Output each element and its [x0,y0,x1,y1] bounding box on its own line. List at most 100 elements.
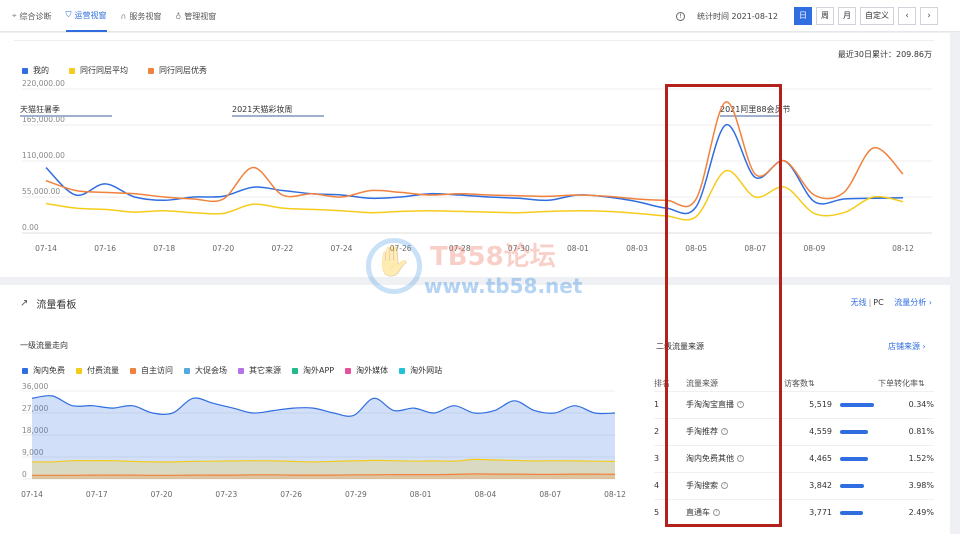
event-annotation: 2021天猫彩妆周 [232,104,292,114]
store-source-link[interactable]: 店铺来源 › [888,341,926,352]
nav-item-service[interactable]: ∩ 服务视窗 [121,0,162,32]
y-tick-label: 0.00 [22,223,39,232]
help-icon[interactable]: ? [737,455,744,462]
col-visitors[interactable]: 访客数⇅ [784,377,832,391]
row-visitors: 5,519 [784,390,832,418]
visitor-share-bar [840,457,868,461]
nav-item-label: 服务视窗 [129,11,162,21]
x-tick-label: 07-23 [215,490,237,499]
x-tick-label: 08-03 [626,244,648,253]
row-source: 手淘推荐? [686,417,784,445]
source-table: 排名 流量来源 访客数⇅ 下单转化率⇅ 1 手淘淘宝直播? 5,519 0.34% 2 手… [654,377,934,526]
x-tick-label: 08-01 [410,490,432,499]
col-bar [832,377,878,391]
table-row[interactable]: 2 手淘推荐? 4,559 0.81% [654,417,934,445]
event-bar [232,115,324,117]
col-rate[interactable]: 下单转化率⇅ [878,377,934,391]
row-visitors: 3,842 [784,471,832,499]
flow-analysis-link[interactable]: 流量分析 [894,298,926,307]
prev-period-button[interactable]: ‹ [898,7,916,25]
row-rate: 2.49% [878,498,934,526]
row-bar-cell [832,471,878,499]
visitor-share-bar [840,430,868,434]
row-source-label: 手淘搜索 [686,481,718,490]
period-selector: 日 周 月 自定义 [790,7,894,25]
visitor-share-bar [840,511,863,516]
x-tick-label: 08-12 [604,490,626,499]
nav-item-operations[interactable]: ⛉ 运营视窗 [65,0,107,32]
event-bar [20,115,112,117]
table-row[interactable]: 3 淘内免费其他? 4,465 1.52% [654,444,934,472]
table-row[interactable]: 4 手淘搜索? 3,842 3.98% [654,471,934,499]
row-bar-cell [832,444,878,472]
wireless-link[interactable]: 无线 [851,298,867,307]
row-rank: 4 [654,471,686,499]
x-tick-label: 07-29 [345,490,367,499]
headset-icon: ∩ [120,11,127,21]
row-rank: 2 [654,417,686,445]
row-source-label: 淘内免费其他 [686,454,734,463]
x-tick-label: 07-30 [508,244,530,253]
next-period-button[interactable]: › [920,7,938,25]
event-bar [720,115,780,117]
y-tick-label: 220,000.00 [22,79,65,88]
x-tick-label: 07-28 [449,244,471,253]
y-tick-label: 110,000.00 [22,151,65,160]
shield-icon: ⛉ [65,10,72,19]
x-tick-label: 08-07 [539,490,561,499]
series-line [45,124,904,215]
row-rank: 1 [654,390,686,418]
info-icon[interactable]: ! [675,11,685,21]
nav-item-label: 管理视窗 [184,11,217,21]
y-tick-label: 55,000.00 [22,187,60,196]
x-tick-label: 07-14 [21,490,43,499]
row-visitors: 4,465 [784,444,832,472]
row-source: 手淘淘宝直播? [686,390,784,418]
x-tick-label: 07-20 [151,490,173,499]
x-tick-label: 08-04 [475,490,497,499]
sort-icon: ⇅ [918,379,925,389]
visitor-share-bar [840,484,864,488]
x-tick-label: 07-20 [212,244,234,253]
flow-area-chart: 09,00018,00027,00036,00007-1407-1707-200… [21,382,626,499]
x-tick-label: 08-09 [803,244,825,253]
nav-item-management[interactable]: ♁ 管理视窗 [175,0,216,32]
period-day-button[interactable]: 日 [794,7,812,25]
nav-item-diagnosis[interactable]: ⌖ 综合诊断 [12,0,52,32]
separator: | [868,298,872,307]
col-rank: 排名 [654,379,670,389]
visitor-share-bar [840,403,874,407]
row-source: 淘内免费其他? [686,444,784,472]
row-bar-cell [832,417,878,445]
nav-item-label: 综合诊断 [19,11,52,21]
row-rate: 0.81% [878,417,934,445]
pc-link[interactable]: PC [873,298,883,307]
help-icon[interactable]: ? [737,401,744,408]
row-source: 直通车? [686,498,784,526]
table-row[interactable]: 5 直通车? 3,771 2.49% [654,498,934,526]
help-icon[interactable]: ? [721,428,728,435]
help-icon[interactable]: ? [713,509,720,517]
sort-icon: ⇅ [808,379,815,389]
rate-header: 下单转化率 [878,379,918,389]
x-tick-label: 08-07 [744,244,766,253]
top-navigation-bar: ⌖ 综合诊断 ⛉ 运营视窗 ∩ 服务视窗 ♁ 管理视窗 ! 统计时间 2021-… [0,0,960,32]
row-visitors: 4,559 [784,417,832,445]
flow-card: ↗ 流量看板 无线 | PC 流量分析 › 一级流量走向 淘内免费 付费流量 自主访… [0,285,950,534]
view-nav: ⌖ 综合诊断 ⛉ 运营视窗 ∩ 服务视窗 ♁ 管理视窗 [12,0,230,32]
row-source: 手淘搜索? [686,471,784,499]
stat-time: 统计时间 2021-08-12 [696,11,778,21]
period-month-button[interactable]: 月 [838,7,856,25]
period-custom-button[interactable]: 自定义 [860,7,894,25]
help-icon[interactable]: ? [721,482,728,489]
y-tick-label: 0 [22,470,27,479]
period-week-button[interactable]: 周 [816,7,834,25]
x-tick-label: 08-01 [567,244,589,253]
x-tick-label: 07-18 [153,244,175,253]
row-source-label: 直通车 [686,508,710,518]
y-tick-label: 36,000 [22,382,48,391]
row-rate: 1.52% [878,444,934,472]
x-tick-label: 07-22 [272,244,294,253]
table-row[interactable]: 1 手淘淘宝直播? 5,519 0.34% [654,390,934,418]
x-tick-label: 07-17 [86,490,108,499]
